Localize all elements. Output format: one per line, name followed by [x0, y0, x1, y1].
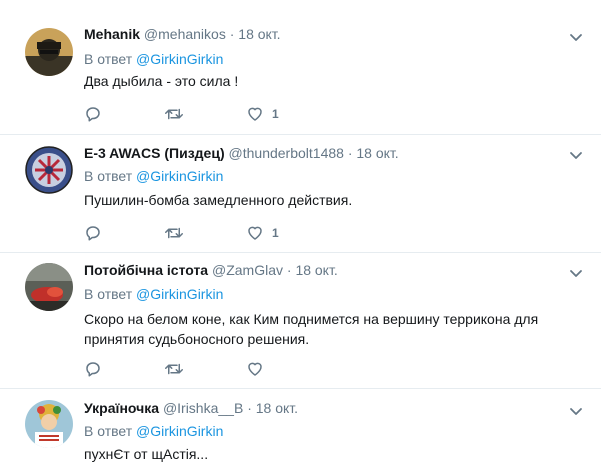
- reply-icon: [86, 362, 100, 377]
- chevron-down-icon[interactable]: [569, 30, 583, 44]
- tweet[interactable]: Потойбічна істота @ZamGlav · 18 окт. В о…: [0, 253, 601, 389]
- retweet-button[interactable]: [164, 104, 184, 124]
- reply-button[interactable]: [84, 223, 102, 243]
- separator: ·: [229, 26, 235, 42]
- retweet-button[interactable]: [164, 223, 184, 243]
- tweet-actions: 1: [84, 223, 304, 243]
- reply-mention-link[interactable]: @GirkinGirkin: [136, 423, 223, 439]
- retweet-icon: [165, 108, 183, 120]
- reply-label: В ответ: [84, 423, 133, 439]
- reply-button[interactable]: [84, 104, 102, 124]
- like-button[interactable]: 1: [246, 223, 279, 243]
- reply-mention-link[interactable]: @GirkinGirkin: [136, 51, 223, 67]
- heart-icon: [248, 107, 262, 121]
- tweet-date[interactable]: 18 окт.: [356, 145, 398, 161]
- separator: ·: [347, 145, 353, 161]
- like-count: 1: [272, 107, 279, 121]
- reply-mention-link[interactable]: @GirkinGirkin: [136, 286, 223, 302]
- reply-button[interactable]: [84, 359, 102, 379]
- retweet-button[interactable]: [164, 359, 184, 379]
- heart-icon: [248, 362, 262, 376]
- like-count: 1: [272, 226, 279, 240]
- avatar[interactable]: [25, 400, 73, 448]
- retweet-icon: [165, 227, 183, 239]
- tweet[interactable]: Mehanik @mehanikos · 18 окт. В ответ @Gi…: [0, 0, 601, 135]
- avatar[interactable]: [25, 263, 73, 311]
- tweet-text: Пушилин-бомба замедленного действия.: [84, 192, 353, 208]
- heart-icon: [248, 226, 262, 240]
- chevron-down-icon[interactable]: [569, 148, 583, 162]
- author-name[interactable]: Україночка: [84, 400, 159, 416]
- author-name[interactable]: Mehanik: [84, 26, 140, 42]
- reply-label: В ответ: [84, 168, 133, 184]
- tweet-text: Скоро на белом коне, как Ким поднимется …: [84, 311, 539, 347]
- separator: ·: [247, 400, 252, 416]
- reply-label: В ответ: [84, 286, 133, 302]
- retweet-icon: [165, 363, 183, 375]
- chevron-down-icon[interactable]: [569, 266, 583, 280]
- tweet-actions: 1: [84, 104, 304, 124]
- reply-label: В ответ: [84, 51, 133, 67]
- chevron-down-icon[interactable]: [569, 404, 583, 418]
- author-name[interactable]: Потойбічна істота: [84, 262, 208, 278]
- tweet-date[interactable]: 18 окт.: [295, 262, 337, 278]
- separator: ·: [286, 262, 292, 278]
- tweet-actions: [84, 359, 304, 379]
- reply-mention-link[interactable]: @GirkinGirkin: [136, 168, 223, 184]
- reply-feed: Mehanik @mehanikos · 18 окт. В ответ @Gi…: [0, 0, 601, 466]
- like-button[interactable]: [246, 359, 272, 379]
- tweet[interactable]: Україночка @Irishka__B · 18 окт. В ответ…: [0, 389, 601, 466]
- author-handle[interactable]: @mehanikos: [144, 26, 226, 42]
- tweet-text: Два дыбила - это сила !: [84, 73, 239, 89]
- reply-icon: [86, 107, 100, 122]
- avatar[interactable]: [25, 28, 73, 76]
- tweet-text: пухнЄт от щАстія...: [84, 446, 209, 462]
- tweet-date[interactable]: 18 окт.: [256, 400, 298, 416]
- like-button[interactable]: 1: [246, 104, 279, 124]
- author-name[interactable]: E-3 AWACS (Пиздец): [84, 145, 225, 161]
- reply-icon: [86, 226, 100, 241]
- author-handle[interactable]: @ZamGlav: [212, 262, 283, 278]
- author-handle[interactable]: @thunderbolt1488: [229, 145, 344, 161]
- tweet[interactable]: E-3 AWACS (Пиздец) @thunderbolt1488 · 18…: [0, 135, 601, 253]
- tweet-date[interactable]: 18 окт.: [238, 26, 280, 42]
- avatar[interactable]: [25, 146, 73, 194]
- author-handle[interactable]: @Irishka__B: [163, 400, 243, 416]
